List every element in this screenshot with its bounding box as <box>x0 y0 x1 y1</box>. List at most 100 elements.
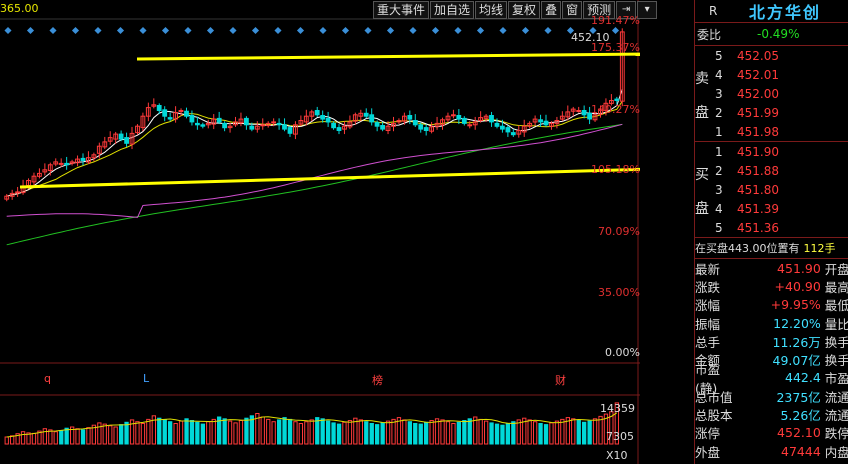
diamond-marker <box>26 26 35 35</box>
volume-bar <box>429 420 434 445</box>
major-events-button[interactable]: 重大事件 <box>373 1 430 19</box>
volume-bar <box>440 419 445 445</box>
volume-bar <box>42 428 48 445</box>
volume-bar <box>576 420 581 445</box>
stat-label: 振幅 <box>695 316 721 332</box>
volume-bar <box>478 418 483 445</box>
stat-label: 外盘 <box>695 444 721 460</box>
sell-order-row[interactable]: 1 451.98 <box>695 122 848 141</box>
diamond-marker <box>139 26 147 35</box>
volume-bar <box>369 423 374 445</box>
diamond-marker <box>206 26 215 35</box>
stat-label-secondary: 开盘 <box>824 261 848 277</box>
volume-bar <box>200 423 205 445</box>
volume-bar <box>206 421 211 445</box>
quote-stats: 最新 451.90 开盘 涨跌 +40.90 最高 涨幅 +9.95% 最低 振幅 12.20% 量比… <box>695 258 848 460</box>
overlay-button[interactable]: 叠 <box>541 1 562 19</box>
candle-body <box>320 115 326 120</box>
order-level: 4 <box>715 67 723 82</box>
volume-bar <box>298 423 304 445</box>
pct-label: 140.27% <box>591 103 640 116</box>
last-price-label: 452.10 <box>571 31 610 44</box>
diamond-marker <box>251 26 260 35</box>
candle-body <box>336 127 342 131</box>
pct-label: 0.00% <box>605 346 640 359</box>
moving-average-button[interactable]: 均线 <box>475 1 508 19</box>
candle-body <box>407 115 413 120</box>
volume-bar <box>456 421 462 445</box>
candle-body <box>200 124 206 127</box>
volume-bar <box>533 421 538 445</box>
stat-label: 总手 <box>695 334 721 350</box>
volume-bar <box>282 417 287 445</box>
sell-order-row[interactable]: 4 452.01 <box>695 65 848 84</box>
buy-order-row[interactable]: 1 451.90 <box>695 142 848 161</box>
order-price: 451.98 <box>737 124 779 139</box>
order-level: 4 <box>715 201 723 216</box>
event-marker[interactable]: 财 <box>555 372 566 388</box>
volume-bar <box>266 418 271 445</box>
event-marker[interactable]: L <box>143 372 149 385</box>
volume-bar <box>434 418 440 445</box>
order-price: 452.05 <box>737 48 779 63</box>
stat-row: 最新 451.90 开盘 <box>695 259 848 277</box>
dropdown-icon[interactable]: ▾ <box>637 1 658 19</box>
candle-body <box>244 117 249 126</box>
volume-bar <box>358 419 364 445</box>
diamond-marker <box>454 26 462 35</box>
sell-order-row[interactable]: 5 452.05 <box>695 46 848 65</box>
flag-label: R <box>709 4 718 18</box>
kline-svg[interactable] <box>0 0 640 464</box>
volume-bar <box>402 419 407 445</box>
window-button[interactable]: 窗 <box>562 1 583 19</box>
volume-axis-label: 14359 <box>600 402 635 415</box>
volume-bar <box>97 422 102 445</box>
buy-order-row[interactable]: 5 451.36 <box>695 218 848 237</box>
volume-bar <box>4 436 9 445</box>
stat-value: 49.07亿 <box>772 353 821 369</box>
upper-arrow-shaft <box>136 52 640 61</box>
notice-qty: 112手 <box>803 242 836 255</box>
event-marker[interactable]: q <box>44 372 51 385</box>
candle-body <box>543 120 549 126</box>
volume-bar <box>102 423 107 445</box>
volume-bar <box>315 417 320 445</box>
volume-bar <box>505 423 511 445</box>
diamond-marker <box>71 26 80 35</box>
candle-body <box>538 119 544 123</box>
volume-bar <box>113 426 118 445</box>
buy-order-row[interactable]: 2 451.88 <box>695 161 848 180</box>
sell-order-row[interactable]: 2 451.99 <box>695 103 848 122</box>
volume-bar <box>527 419 532 445</box>
buy-order-row[interactable]: 4 451.39 <box>695 199 848 218</box>
candle-body <box>167 117 173 120</box>
diamond-marker <box>229 26 237 35</box>
volume-bar <box>467 418 472 445</box>
volume-bar <box>287 418 293 445</box>
volume-bar <box>108 425 113 445</box>
event-marker[interactable]: 榜 <box>372 372 383 388</box>
volume-bar <box>342 421 347 445</box>
candle-body <box>325 117 331 123</box>
order-level: 2 <box>715 105 723 120</box>
candle-body <box>195 122 200 126</box>
adjust-price-button[interactable]: 复权 <box>508 1 541 19</box>
sell-order-row[interactable]: 3 452.00 <box>695 84 848 103</box>
volume-bar <box>549 422 554 445</box>
buy-order-row[interactable]: 3 451.80 <box>695 180 848 199</box>
volume-bar <box>238 420 244 445</box>
volume-bar <box>233 422 238 445</box>
volume-ma-line <box>6 412 618 438</box>
stock-name[interactable]: 北方华创 <box>749 0 821 23</box>
kline-chart[interactable]: 365.00 重大事件 加自选 均线 复权 叠 窗 预测 ⇥ ▾ 191.47%… <box>0 0 658 464</box>
pct-label: 191.47% <box>591 14 640 27</box>
candle-body <box>15 191 20 194</box>
stat-label-secondary: 流通 <box>824 389 848 405</box>
candle-body <box>184 110 189 117</box>
add-watchlist-button[interactable]: 加自选 <box>430 1 475 19</box>
diamond-marker <box>386 26 395 35</box>
volume-bar <box>380 422 385 445</box>
candle-body <box>216 117 222 123</box>
volume-bar <box>418 423 423 445</box>
candle-body <box>374 122 380 127</box>
